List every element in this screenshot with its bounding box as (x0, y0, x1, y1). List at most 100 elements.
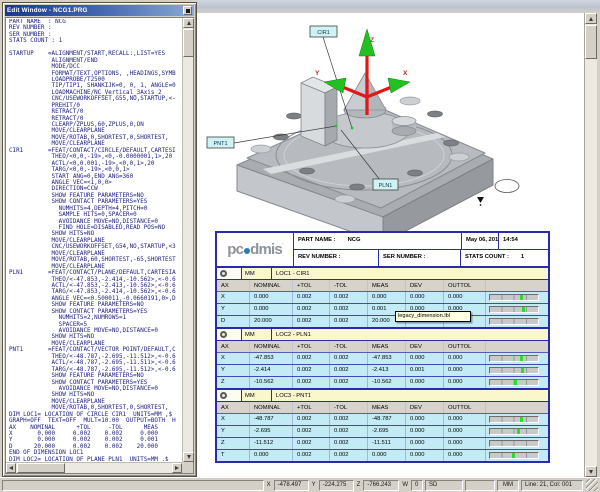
cell-ax: T (217, 450, 250, 461)
feature-label-pln1[interactable]: PLN1 (373, 179, 398, 190)
cell-ntol: 0.002 (330, 414, 368, 425)
table-row: T 0.000 0.002 0.002 0.000 0.000 0.000 (217, 449, 548, 461)
cell-outtol: 0.000 (444, 414, 486, 425)
table-row: X -47.853 0.002 0.002 -47.853 0.000 0.00… (217, 353, 548, 364)
table-row: D 20.000 0.002 0.002 20.000 0.000 (217, 315, 548, 327)
deviation-bar (486, 377, 548, 388)
cell-ntol: 0.002 (330, 353, 368, 364)
deviation-bar (486, 450, 548, 461)
x-coord-label: X (266, 482, 272, 488)
scroll-up-button[interactable] (585, 13, 597, 24)
dimension-section-loc2: MM LOC2 - PLN1 AXNOMINAL +TOL-TOL MEASDE… (217, 327, 548, 388)
cell-ntol: 0.002 (330, 377, 368, 388)
table-row: Y -2.414 0.002 0.002 -2.413 0.001 0.000 (217, 364, 548, 376)
deviation-bar (486, 438, 548, 449)
cell-ptol: 0.002 (293, 426, 330, 437)
column-header-row: AXNOMINAL +TOL-TOL MEASDEV OUTTOL (217, 402, 548, 414)
hit-point-marker (335, 125, 338, 128)
resize-grip[interactable] (586, 479, 598, 491)
cell-nominal: 0.000 (250, 304, 293, 315)
window-control-button[interactable] (183, 6, 192, 15)
cell-dev: 0.000 (406, 426, 444, 437)
cell-dev: 0.000 (406, 292, 444, 303)
cell-outtol: 0.000 (444, 426, 486, 437)
main-vertical-scrollbar[interactable] (584, 13, 597, 477)
scroll-down-button[interactable] (183, 452, 194, 462)
feature-label-pnt1[interactable]: PNT1 (207, 137, 234, 148)
scroll-right-button[interactable] (172, 463, 182, 473)
pcdmis-application-window: Z X Y CIR1 PNT1 PLN1 pcdmis´ (0, 0, 600, 492)
cell-ntol: 0.002 (330, 438, 368, 449)
cell-ptol: 0.002 (293, 365, 330, 376)
graphic-display-window[interactable]: Z X Y CIR1 PNT1 PLN1 (197, 13, 584, 232)
dimension-header-bar[interactable]: MM LOC2 - PLN1 (217, 329, 548, 341)
cell-ax: Z (217, 377, 250, 388)
x-axis-arrow-icon (388, 78, 410, 93)
cell-ptol: 0.002 (293, 304, 330, 315)
units-cell: MM (242, 329, 272, 340)
dimension-title: LOC2 - PLN1 (272, 329, 548, 340)
cell-ntol: 0.002 (330, 316, 368, 327)
scrollbar-thumb[interactable] (183, 29, 194, 57)
cell-meas: 0.000 (368, 292, 406, 303)
cell-ntol: 0.002 (330, 426, 368, 437)
dimension-header-bar[interactable]: MM LOC3 - PNT1 (217, 390, 548, 402)
y-coord-label: Y (311, 482, 317, 488)
dimension-header-bar[interactable]: MM LOC1 - CIR1 (217, 268, 548, 280)
table-row: Y 0.000 0.002 0.002 0.001 0.000 0.000 (217, 303, 548, 315)
x-coord-value: -478.497 (274, 480, 309, 491)
scrollbar-thumb[interactable] (585, 25, 597, 59)
cell-ax: D (217, 316, 250, 327)
deviation-bar (486, 414, 548, 425)
table-row: Y -2.695 0.002 0.002 -2.695 0.000 0.000 (217, 425, 548, 437)
cell-outtol: 0.000 (444, 450, 486, 461)
cell-meas: -2.695 (368, 426, 406, 437)
cell-ax: Z (217, 438, 250, 449)
cell-meas: -48.787 (368, 414, 406, 425)
table-row: Z -10.562 0.002 0.002 -10.562 0.000 0.00… (217, 376, 548, 388)
scroll-left-button[interactable] (6, 463, 16, 473)
cell-ptol: 0.002 (293, 438, 330, 449)
cell-ntol: 0.002 (330, 292, 368, 303)
part-name-cell: PART NAME :NCG (294, 233, 462, 249)
edit-vertical-scrollbar[interactable] (182, 18, 193, 462)
scroll-up-button[interactable] (183, 18, 194, 28)
cell-ntol: 0.002 (330, 304, 368, 315)
edit-horizontal-scrollbar[interactable] (6, 462, 182, 473)
line-col-panel: Line: 21, Col: 001 (521, 480, 583, 491)
feature-label-cir1[interactable]: CIR1 (310, 26, 337, 37)
gear-icon (220, 331, 227, 338)
cell-nominal: -2.695 (250, 426, 293, 437)
pcdmis-logo: pcdmis´ (217, 233, 294, 266)
units-cell: MM (242, 268, 272, 279)
deviation-bar (486, 304, 548, 315)
status-bar: X -478.497 Y -224.275 Z -766.243 W 0 SD … (0, 477, 600, 492)
report-time: 14:54 (499, 233, 548, 249)
dimension-title: LOC1 - CIR1 (272, 268, 548, 279)
z-coord-label: Z (356, 482, 362, 488)
stats-count-cell: STATS COUNT :1 (461, 250, 548, 266)
dimension-title: LOC3 - PNT1 (272, 390, 548, 401)
scroll-down-button[interactable] (585, 466, 597, 477)
deviation-bar (486, 426, 548, 437)
dimension-settings-cell[interactable] (217, 329, 242, 340)
cell-ptol: 0.002 (293, 414, 330, 425)
deviation-bar (486, 316, 548, 327)
arrow-up-icon (589, 17, 593, 21)
svg-text:PLN1: PLN1 (379, 183, 393, 189)
cell-ax: X (217, 414, 250, 425)
cell-ax: X (217, 292, 250, 303)
dimension-settings-cell[interactable] (217, 390, 242, 401)
status-message-panel (2, 480, 264, 491)
cell-outtol: 0.000 (444, 365, 486, 376)
scrollbar-thumb[interactable] (17, 463, 65, 473)
cell-ptol: 0.002 (293, 316, 330, 327)
edit-window-titlebar[interactable]: Edit Window - NCG1.PRG (5, 5, 194, 16)
ellipse-annotation (495, 180, 519, 193)
cell-dev: 0.000 (406, 450, 444, 461)
dimension-section-loc1: MM LOC1 - CIR1 AXNOMINAL +TOL-TOL MEASDE… (217, 266, 548, 327)
column-header-row: AXNOMINAL +TOL-TOL MEASDEV OUTTOL (217, 280, 548, 292)
cell-meas: -11.511 (368, 438, 406, 449)
dimension-settings-cell[interactable] (217, 268, 242, 279)
edit-window-code[interactable]: PART NAME : NCG REV NUMBER : SER NUMBER … (9, 19, 180, 461)
